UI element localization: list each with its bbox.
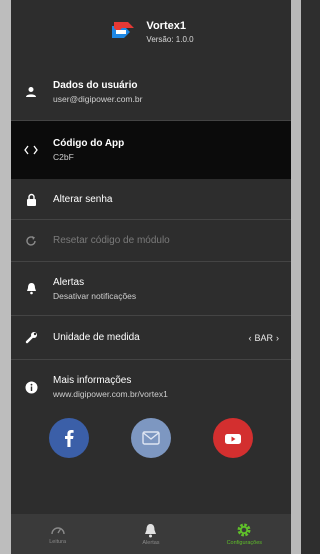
- lock-icon: [23, 191, 39, 207]
- youtube-button[interactable]: [213, 418, 253, 458]
- menu-item-alerts[interactable]: Alertas Desativar notificações: [11, 262, 291, 316]
- nav-item-alerts[interactable]: Alertas: [104, 514, 197, 554]
- phone-screen: Vortex1 Versão: 1.0.0 Dados do usuário u…: [0, 0, 301, 554]
- unit-title: Unidade de medida: [53, 332, 140, 343]
- app-title: Vortex1: [146, 19, 186, 32]
- app-header: Vortex1 Versão: 1.0.0: [11, 0, 291, 63]
- bell-icon: [23, 281, 39, 297]
- left-edge: [0, 0, 11, 554]
- menu-item-reset-module[interactable]: Resetar código de módulo: [11, 220, 291, 262]
- unit-selector[interactable]: ‹ BAR ›: [248, 333, 279, 343]
- app-code-title: Código do App: [53, 137, 125, 149]
- settings-screen: Vortex1 Versão: 1.0.0 Dados do usuário u…: [11, 0, 291, 554]
- youtube-icon: [225, 434, 241, 444]
- nav-item-settings[interactable]: Configurações: [198, 514, 291, 554]
- chevron-left-icon: ‹: [248, 332, 252, 343]
- facebook-icon: [65, 430, 74, 447]
- menu-item-unit[interactable]: Unidade de medida ‹ BAR ›: [11, 316, 291, 360]
- refresh-icon: [23, 233, 39, 249]
- menu-item-change-password[interactable]: Alterar senha: [11, 179, 291, 220]
- bell-icon: [145, 523, 157, 537]
- social-links: [11, 418, 291, 458]
- chevron-right-icon: ›: [276, 332, 279, 343]
- facebook-button[interactable]: [49, 418, 89, 458]
- user-data-title: Dados do usuário: [53, 79, 138, 91]
- alerts-title: Alertas: [53, 276, 85, 288]
- reset-module-label: Resetar código de módulo: [53, 235, 170, 246]
- wrench-icon: [23, 330, 39, 346]
- user-email: user@digipower.com.br: [53, 93, 143, 104]
- info-icon: [23, 379, 39, 395]
- gauge-icon: [50, 527, 65, 535]
- app-logo: [108, 18, 136, 46]
- email-icon: [142, 431, 160, 445]
- person-icon: [23, 84, 39, 100]
- info-url[interactable]: www.digipower.com.br/vortex1: [53, 389, 279, 399]
- right-edge: [290, 0, 301, 554]
- nav-label-alerts: Alertas: [142, 539, 160, 546]
- nav-label-reading: Leitura: [49, 539, 67, 545]
- email-button[interactable]: [131, 418, 171, 458]
- nav-item-reading[interactable]: Leitura: [11, 514, 104, 554]
- gear-icon: [237, 523, 251, 537]
- nav-label-settings: Configurações: [226, 540, 263, 546]
- app-code-value: C2bF: [53, 151, 74, 162]
- info-title: Mais informações: [53, 375, 132, 386]
- code-icon: [23, 142, 39, 158]
- app-version: Versão: 1.0.0: [146, 34, 194, 44]
- menu-item-user-data[interactable]: Dados do usuário user@digipower.com.br: [11, 63, 291, 121]
- unit-value: BAR: [254, 332, 273, 343]
- app-meta: Vortex1 Versão: 1.0.0: [146, 20, 193, 44]
- bottom-nav: Leitura Alertas Configurações: [11, 514, 291, 554]
- alerts-subtitle: Desativar notificações: [53, 290, 137, 301]
- change-password-label: Alterar senha: [53, 193, 113, 205]
- menu-item-app-code[interactable]: Código do App C2bF: [11, 121, 291, 179]
- menu-item-info[interactable]: Mais informações www.digipower.com.br/vo…: [11, 360, 291, 414]
